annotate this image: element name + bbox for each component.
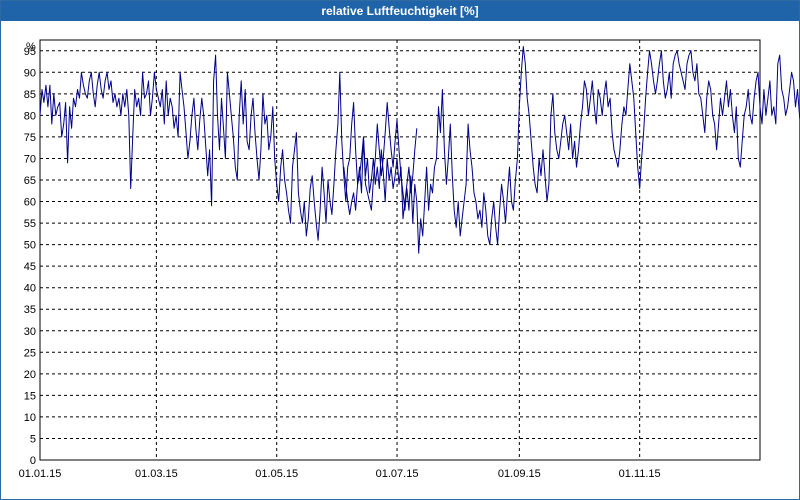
y-tick-label: 70	[24, 153, 36, 165]
y-tick-label: 0	[30, 455, 36, 467]
y-tick-label: 80	[24, 110, 36, 122]
y-tick-label: 75	[24, 132, 36, 144]
y-tick-label: 35	[24, 304, 36, 316]
y-tick-label: 55	[24, 218, 36, 230]
y-tick-label: 40	[24, 283, 36, 295]
plot-area	[39, 39, 761, 461]
y-tick-label: 85	[24, 89, 36, 101]
y-axis: 05101520253035404550556065707580859095	[24, 46, 36, 467]
y-tick-label: 15	[24, 390, 36, 402]
y-tick-label: 65	[24, 175, 36, 187]
y-tick-label: 20	[24, 369, 36, 381]
y-tick-label: 30	[24, 326, 36, 338]
y-axis-unit-label: %	[26, 41, 36, 53]
x-tick-label: 01.09.15	[498, 468, 541, 480]
x-tick-label: 01.03.15	[135, 468, 178, 480]
y-tick-label: 90	[24, 67, 36, 79]
humidity-chart: 05101520253035404550556065707580859095 0…	[19, 39, 800, 480]
y-tick-label: 25	[24, 347, 36, 359]
x-tick-label: 01.11.15	[619, 468, 661, 480]
y-tick-label: 10	[24, 412, 36, 424]
x-axis: 01.01.15 01.03.15 01.05.15 01.07.15 01.09.15…	[19, 468, 661, 480]
y-tick-label: 60	[24, 197, 36, 209]
y-tick-label: 45	[24, 261, 36, 273]
y-tick-label: 5	[30, 433, 36, 445]
x-tick-label: 01.07.15	[376, 468, 419, 480]
x-tick-label: 01.01.15	[19, 468, 62, 480]
y-tick-label: 50	[24, 240, 36, 252]
x-tick-label: 01.05.15	[255, 468, 298, 480]
